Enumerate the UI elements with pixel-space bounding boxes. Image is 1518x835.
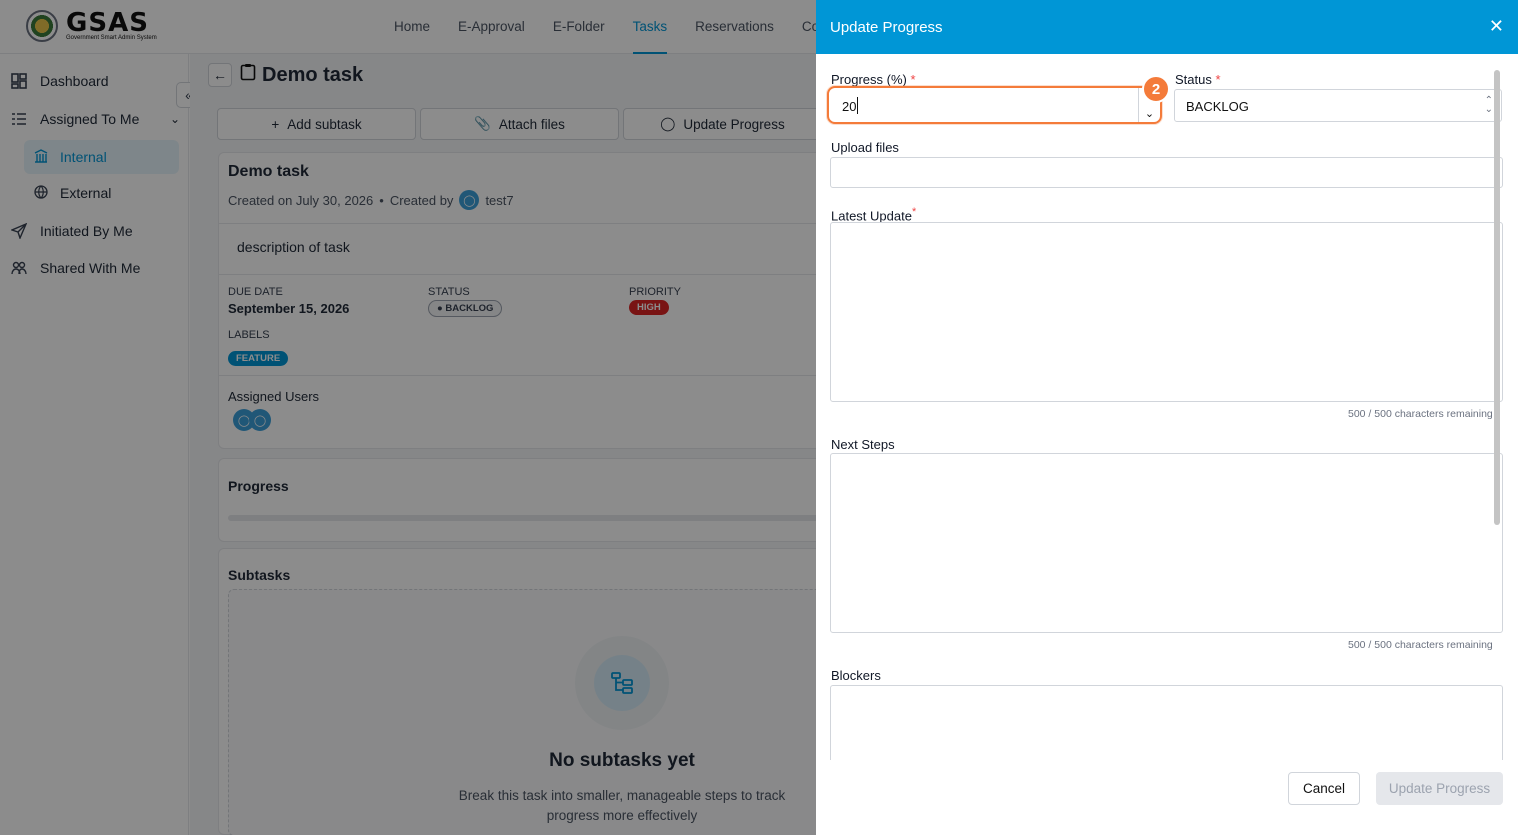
latest-update-textarea[interactable] — [830, 222, 1503, 402]
latest-update-field-label: Latest Update* — [831, 206, 916, 223]
status-label-text: Status — [1175, 72, 1212, 87]
status-select-value: BACKLOG — [1186, 99, 1249, 114]
upload-files-input[interactable] — [830, 157, 1503, 188]
required-marker: * — [1215, 72, 1221, 87]
progress-input-value: 20 — [842, 99, 857, 114]
modal-backdrop[interactable] — [0, 0, 816, 835]
progress-label-text: Progress (%) — [831, 72, 907, 87]
upload-files-label: Upload files — [831, 140, 899, 155]
required-marker: * — [910, 72, 916, 87]
drawer-header: Update Progress ✕ — [816, 0, 1518, 54]
blockers-textarea[interactable] — [830, 685, 1503, 760]
required-marker: * — [911, 206, 917, 218]
next-steps-textarea[interactable] — [830, 453, 1503, 633]
drawer-scrollbar[interactable] — [1494, 70, 1500, 525]
next-steps-label: Next Steps — [831, 437, 895, 452]
chevron-down-icon[interactable]: ⌄ — [1145, 107, 1154, 120]
cancel-button[interactable]: Cancel — [1288, 772, 1360, 805]
next-steps-char-count: 500 / 500 characters remaining — [1348, 639, 1493, 651]
progress-percent-input[interactable]: 20 ⌄ — [827, 86, 1162, 124]
status-field-label: Status * — [1175, 72, 1221, 87]
close-icon[interactable]: ✕ — [1489, 16, 1504, 37]
drawer-title: Update Progress — [830, 19, 943, 36]
status-select[interactable]: BACKLOG ⌃ ⌄ — [1174, 89, 1502, 122]
blockers-label: Blockers — [831, 668, 881, 683]
progress-field-label: Progress (%) * — [831, 72, 916, 87]
update-progress-submit-button[interactable]: Update Progress — [1376, 772, 1503, 805]
latest-update-char-count: 500 / 500 characters remaining — [1348, 408, 1493, 420]
text-cursor — [857, 97, 858, 114]
step-badge: 2 — [1142, 75, 1170, 103]
select-arrows-icon: ⌃ ⌄ — [1484, 95, 1493, 115]
